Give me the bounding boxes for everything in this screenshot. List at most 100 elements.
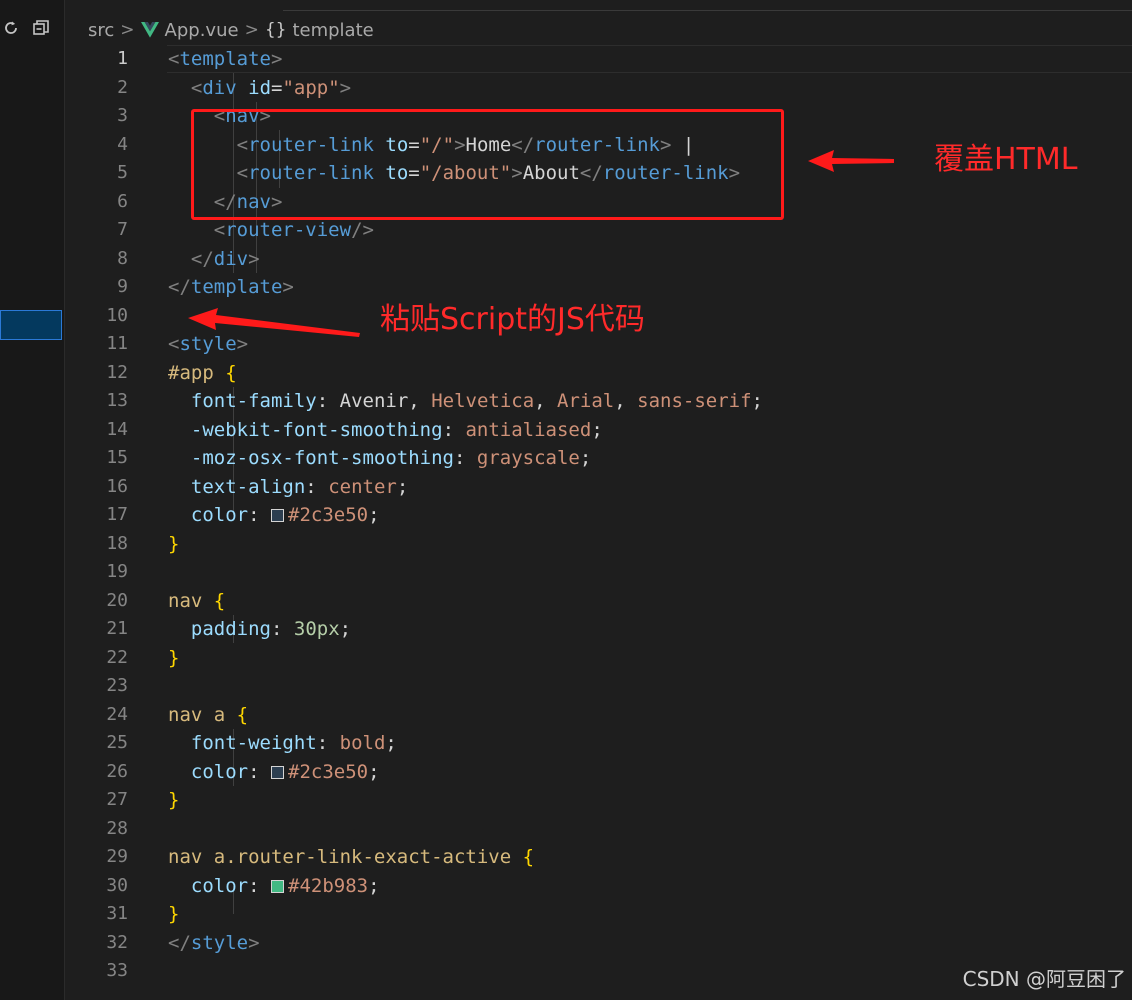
code-token: :	[442, 418, 455, 441]
breadcrumb-item-src[interactable]: src	[88, 20, 114, 41]
line-number: 31	[106, 903, 128, 924]
line-number: 6	[117, 190, 128, 212]
code-token: ;	[385, 732, 397, 754]
code-line[interactable]: 25 font-weight: bold;	[65, 729, 1132, 758]
code-line[interactable]: 29 nav a.router-link-exact-active {	[65, 843, 1132, 872]
color-swatch[interactable]	[271, 879, 284, 893]
line-number: 3	[117, 105, 128, 126]
code-line[interactable]: 9 </template>	[65, 273, 1132, 302]
code-token: {	[213, 589, 226, 612]
line-number: 14	[106, 418, 128, 440]
code-line[interactable]: 1 <template>	[65, 45, 1132, 74]
code-line[interactable]: 13 font-family: Avenir, Helvetica, Arial…	[65, 387, 1132, 416]
code-token: Arial	[557, 390, 615, 412]
code-line[interactable]: 32 </style>	[65, 929, 1132, 958]
code-text: }	[168, 786, 179, 815]
tab-bar	[65, 0, 1132, 12]
code-token: :	[454, 447, 466, 469]
code-token: </	[168, 276, 191, 298]
code-line[interactable]: 30 color: #42b983;	[65, 872, 1132, 901]
code-text: color: #2c3e50;	[168, 758, 380, 787]
code-token: text-align	[190, 475, 306, 498]
code-line[interactable]: 22 }	[65, 644, 1132, 673]
color-swatch[interactable]	[271, 765, 284, 779]
code-token: sans-serif	[637, 390, 752, 412]
code-token: color	[190, 874, 249, 897]
code-text: color: #42b983;	[168, 872, 380, 901]
code-text: nav a.router-link-exact-active {	[168, 843, 534, 872]
line-number: 8	[117, 247, 128, 269]
code-line[interactable]: 2 <div id="app">	[65, 74, 1132, 103]
code-text: color: #2c3e50;	[168, 501, 380, 530]
breadcrumb-item-file[interactable]: App.vue	[165, 20, 239, 41]
code-token: >	[248, 247, 260, 270]
code-line[interactable]: 23	[65, 672, 1132, 701]
code-line[interactable]: 18 }	[65, 530, 1132, 559]
line-number: 25	[106, 732, 128, 753]
collapse-all-icon[interactable]	[30, 17, 52, 39]
line-number: 2	[117, 76, 128, 98]
code-token: ;	[339, 618, 352, 640]
breadcrumb-item-symbol[interactable]: template	[292, 20, 373, 41]
code-text: nav {	[168, 587, 225, 616]
line-number: 33	[106, 960, 128, 981]
code-token: #app	[168, 361, 214, 384]
refresh-icon[interactable]	[0, 17, 22, 39]
code-line[interactable]: 14 -webkit-font-smoothing: antialiased;	[65, 416, 1132, 445]
code-token: =	[271, 76, 283, 99]
explorer-sidebar	[0, 0, 65, 1000]
code-line[interactable]: 31 }	[65, 900, 1132, 929]
code-token: padding	[190, 618, 271, 640]
code-line[interactable]: 12 #app {	[65, 359, 1132, 388]
code-line[interactable]: 27 }	[65, 786, 1132, 815]
line-number: 23	[106, 675, 128, 696]
code-text: <template>	[168, 45, 282, 74]
code-token: }	[168, 903, 180, 925]
watermark: CSDN @阿豆困了	[962, 967, 1126, 991]
code-line[interactable]: 8 </div>	[65, 245, 1132, 274]
line-number: 18	[106, 532, 128, 554]
code-token: router-view	[225, 219, 352, 241]
code-line[interactable]: 21 padding: 30px;	[65, 615, 1132, 644]
line-number: 12	[106, 361, 128, 383]
code-text: padding: 30px;	[168, 615, 351, 644]
highlight-box	[191, 109, 784, 220]
code-line[interactable]: 7 <router-view/>	[65, 216, 1132, 245]
breadcrumb: src > App.vue > {} template	[88, 16, 374, 44]
color-swatch[interactable]	[271, 509, 284, 522]
line-number: 7	[117, 219, 128, 240]
code-line[interactable]: 19	[65, 558, 1132, 587]
code-text: font-family: Avenir, Helvetica, Arial, s…	[168, 387, 763, 416]
code-token: ;	[368, 504, 380, 526]
code-text: -moz-osx-font-smoothing: grayscale;	[168, 444, 591, 473]
line-number: 19	[106, 561, 128, 582]
code-token: -webkit-font-smoothing	[190, 418, 443, 441]
code-token: Helvetica	[431, 390, 535, 412]
code-line[interactable]: 24 nav a {	[65, 701, 1132, 730]
code-token: {	[225, 361, 237, 384]
code-token: >	[248, 931, 260, 954]
code-token: :	[305, 475, 317, 498]
annotation-label: 粘贴Script的JS代码	[380, 302, 645, 337]
code-line[interactable]: 15 -moz-osx-font-smoothing: grayscale;	[65, 444, 1132, 473]
code-line[interactable]: 28	[65, 815, 1132, 844]
selected-file-row[interactable]	[0, 310, 62, 340]
code-line[interactable]: 16 text-align: center;	[65, 473, 1132, 502]
code-token: ,	[534, 390, 546, 412]
code-token: Avenir	[339, 390, 409, 412]
code-token: color	[190, 760, 249, 783]
code-token: template	[190, 276, 283, 298]
line-number: 16	[106, 475, 128, 497]
code-text: }	[168, 530, 179, 559]
code-line[interactable]: 17 color: #2c3e50;	[65, 501, 1132, 530]
code-text: <div id="app">	[168, 74, 351, 103]
line-number: 24	[106, 703, 128, 725]
line-number: 5	[117, 162, 128, 183]
line-number: 32	[106, 931, 128, 953]
code-line[interactable]: 20 nav {	[65, 587, 1132, 616]
code-token: grayscale	[476, 447, 580, 469]
line-number: 9	[117, 276, 128, 297]
line-number: 17	[106, 504, 128, 525]
line-number: 30	[106, 874, 128, 896]
code-line[interactable]: 26 color: #2c3e50;	[65, 758, 1132, 787]
